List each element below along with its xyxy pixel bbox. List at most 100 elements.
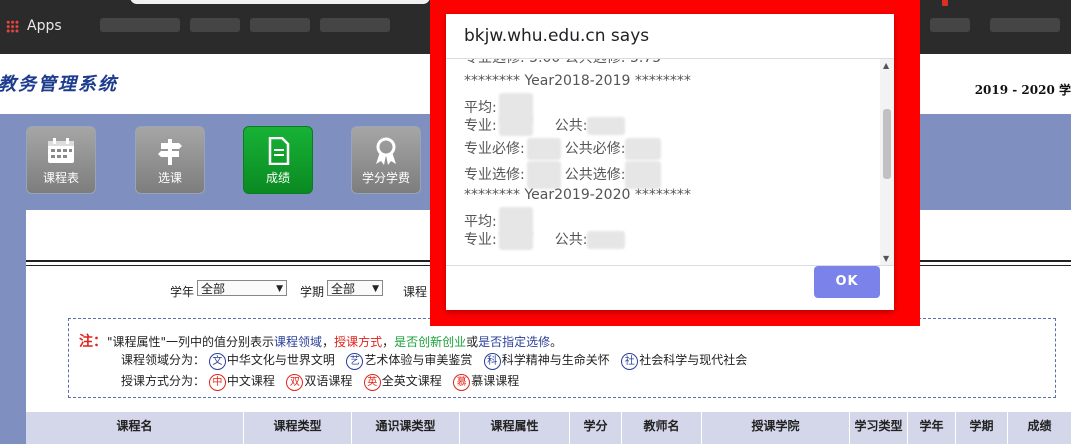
note-line-1: 注："课程属性"一列中的值分别表示课程领域，授课方式，是否创新创业或是否指定选修… xyxy=(79,331,562,351)
line-text: ******** Year2018-2019 ******** xyxy=(464,72,691,89)
note-mode: 授课方式 xyxy=(334,335,383,349)
column-header[interactable]: 课程属性 xyxy=(460,412,570,444)
scroll-down-icon[interactable]: ▼ xyxy=(883,254,889,263)
dialog-line: 专业: 公共: xyxy=(464,229,691,252)
apps-grid-icon xyxy=(6,19,19,33)
tile-label: 课程表 xyxy=(42,171,79,185)
tile-schedule[interactable]: 课程表 xyxy=(26,126,96,194)
note-end: 。 xyxy=(550,335,563,349)
domain-badge: 科 xyxy=(483,353,501,370)
address-bar[interactable] xyxy=(130,0,430,4)
mode-badge: 慕 xyxy=(453,374,471,391)
redacted-value xyxy=(498,116,533,137)
tile-credits-fees[interactable]: 学分学费 xyxy=(351,126,421,194)
bookmark-item[interactable] xyxy=(990,18,1060,32)
document-icon xyxy=(268,137,290,165)
note-sep: ， xyxy=(382,335,395,349)
column-header[interactable]: 授课学院 xyxy=(702,412,850,444)
redacted-value xyxy=(498,230,533,251)
mode-badge: 中 xyxy=(208,374,226,391)
dialog-line: ******** Year2018-2019 ******** xyxy=(464,70,691,93)
bookmark-item[interactable] xyxy=(190,18,240,32)
year-select[interactable]: 全部 ▼ xyxy=(197,280,287,296)
mode-badge: 双 xyxy=(286,374,304,391)
apps-bookmark[interactable]: Apps xyxy=(6,18,62,34)
scroll-up-icon[interactable]: ▲ xyxy=(883,61,889,70)
note-sep: ， xyxy=(322,335,335,349)
dialog-line: 平均: xyxy=(464,206,691,237)
mode-text: 中文课程 xyxy=(226,374,275,388)
line-text: ******** Year2019-2020 ******** xyxy=(464,186,691,203)
chevron-down-icon: ▼ xyxy=(276,284,283,294)
scrollbar-thumb[interactable] xyxy=(883,109,891,179)
domain-text: 社会科学与现代社会 xyxy=(639,353,748,367)
column-header[interactable]: 课程类型 xyxy=(244,412,352,444)
note-marker: 注： xyxy=(79,334,107,350)
redacted-value xyxy=(587,117,626,136)
domain-text: 艺术体验与审美鉴赏 xyxy=(364,353,473,367)
line-text: 公共选修: xyxy=(564,166,626,183)
tile-label: 学分学费 xyxy=(361,171,410,185)
tile-course-selection[interactable]: 选课 xyxy=(135,126,205,194)
dialog-line: ******** Year2019-2020 ******** xyxy=(464,184,691,207)
bookmark-item[interactable] xyxy=(930,18,970,32)
current-term: 2019 - 2020 学 xyxy=(974,83,1071,97)
mode-badge: 英 xyxy=(363,374,381,391)
alert-dialog: bkjw.whu.edu.cn says 专业选修: 5.00 公共选修: 5.… xyxy=(446,14,894,310)
mode-text: 双语课程 xyxy=(304,374,353,388)
award-icon xyxy=(376,137,396,165)
dialog-message[interactable]: 专业选修: 5.00 公共选修: 5.75 ******** Year2018-… xyxy=(446,58,894,266)
term-label: 学期 xyxy=(300,285,325,299)
note-specified: 是否指定选修 xyxy=(478,335,551,349)
line-text: 平均: xyxy=(464,99,497,116)
note-innovation: 是否创新创业 xyxy=(394,335,467,349)
column-header[interactable]: 学习类型 xyxy=(850,412,908,444)
line-text: 专业选修: xyxy=(464,166,525,183)
column-header[interactable]: 教师名 xyxy=(622,412,702,444)
column-header[interactable]: 学期 xyxy=(956,412,1008,444)
bookmark-item[interactable] xyxy=(250,18,310,32)
column-header[interactable]: 通识课类型 xyxy=(352,412,460,444)
dialog-line: 专业必修: 公共必修: xyxy=(464,138,691,161)
year-label: 学年 xyxy=(170,285,195,299)
note-field: 课程领域 xyxy=(274,335,323,349)
mode-text: 慕课课程 xyxy=(471,374,520,388)
bookmark-item[interactable] xyxy=(320,18,390,32)
domains-prefix: 课程领域分为： xyxy=(121,353,206,367)
term-select-value: 全部 xyxy=(331,282,356,296)
column-header[interactable]: 学年 xyxy=(908,412,956,444)
line-text: 公共必修: xyxy=(564,141,626,158)
line-text: 专业必修: xyxy=(464,141,525,158)
term-select[interactable]: 全部 ▼ xyxy=(327,280,383,296)
site-title: 教务管理系统 xyxy=(0,74,118,95)
dialog-scrollbar[interactable]: ▲ ▼ xyxy=(880,59,894,265)
mode-text: 全英文课程 xyxy=(381,374,442,388)
panel-corner xyxy=(26,210,66,250)
line-text: 公共: xyxy=(554,118,588,135)
column-header[interactable]: 成绩 xyxy=(1008,412,1071,444)
calendar-icon xyxy=(48,138,74,163)
column-header[interactable]: 课程名 xyxy=(26,412,244,444)
dialog-line: 专业: 公共: xyxy=(464,115,691,138)
dialog-line: 专业选修: 5.00 公共选修: 5.75 xyxy=(464,59,691,70)
redacted-value xyxy=(625,138,662,161)
line-text: 公共: xyxy=(554,232,588,249)
domain-badge: 社 xyxy=(621,353,639,370)
tile-grades[interactable]: 成绩 xyxy=(243,126,313,194)
note-or: 或 xyxy=(466,335,479,349)
line-text: 专业: xyxy=(464,118,497,135)
tile-label: 选课 xyxy=(157,171,182,185)
domain-badge: 文 xyxy=(208,353,226,370)
note-text: "课程属性"一列中的值分别表示 xyxy=(107,335,275,349)
panel-left-edge xyxy=(0,210,26,444)
extension-icon[interactable] xyxy=(942,0,948,6)
dialog-line: 专业选修: 公共选修: xyxy=(464,160,691,189)
bookmark-item[interactable] xyxy=(100,18,180,32)
ok-button[interactable]: OK xyxy=(814,266,880,298)
dialog-lines: 专业选修: 5.00 公共选修: 5.75 ******** Year2018-… xyxy=(464,59,691,252)
domain-text: 中华文化与世界文明 xyxy=(226,353,335,367)
domain-text: 科学精神与生命关怀 xyxy=(501,353,610,367)
modes-prefix: 授课方式分为： xyxy=(121,374,206,388)
column-header[interactable]: 学分 xyxy=(570,412,622,444)
chevron-down-icon: ▼ xyxy=(372,284,379,294)
